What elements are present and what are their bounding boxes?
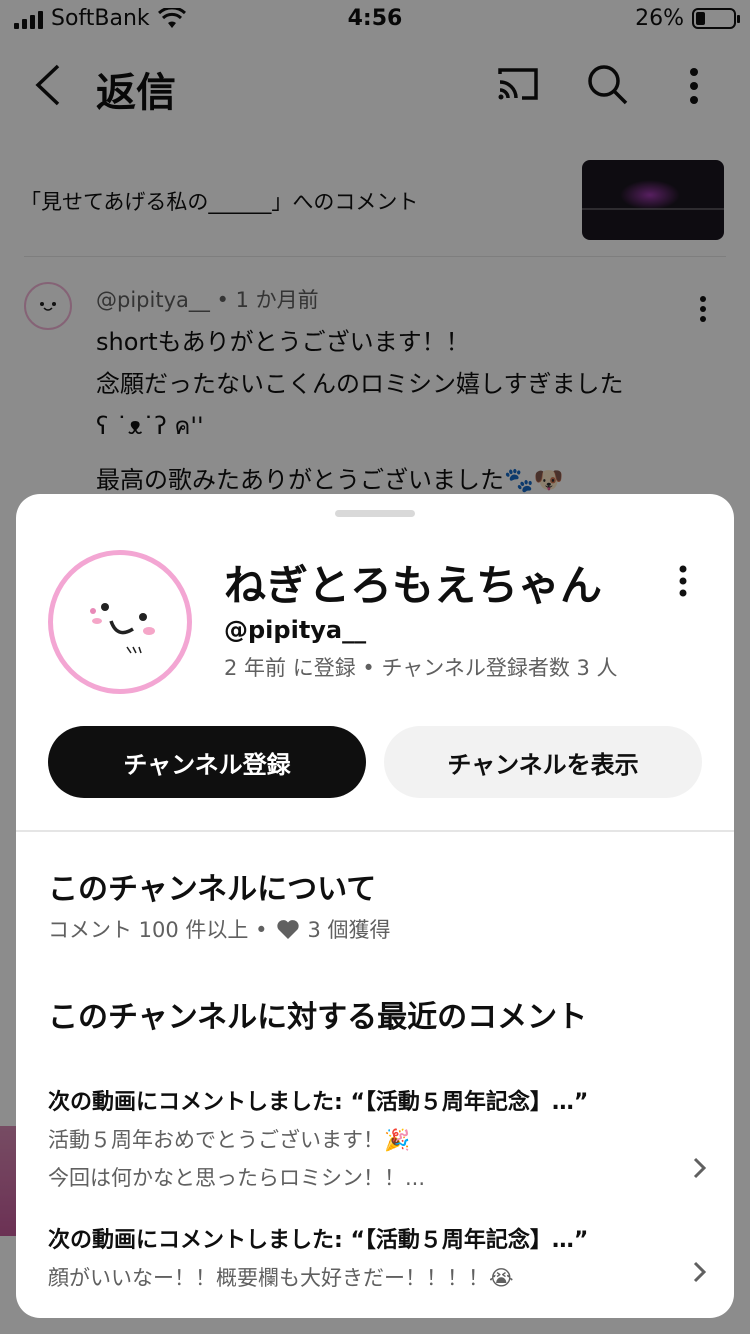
comment-count: コメント 100 件以上 • [48, 918, 268, 942]
more-vert-icon[interactable] [674, 564, 692, 598]
about-stats: コメント 100 件以上 • 3 個獲得 [48, 914, 391, 944]
subscribe-button[interactable]: チャンネル登録 [48, 726, 366, 798]
heart-icon [276, 920, 299, 939]
chevron-right-icon [693, 1157, 707, 1179]
recent-comment-text: 顔がいいなー！！概要欄も大好きだー！！！！😭 [48, 1266, 514, 1290]
recent-comment-item[interactable]: 次の動画にコメントしました: “【活動５周年記念】…” 顔がいいなー！！概要欄も… [48, 1222, 708, 1292]
channel-subscriber-info: 2 年前 に登録 • チャンネル登録者数 3 人 [224, 656, 618, 680]
recent-comment-text: 活動５周年おめでとうございます！🎉 [48, 1128, 411, 1152]
channel-handle: @pipitya__ [224, 616, 367, 644]
channel-name: ねぎとろもえちゃん [224, 561, 603, 610]
recent-comment-item[interactable]: 次の動画にコメントしました: “【活動５周年記念】…” 活動５周年おめでとうござ… [48, 1084, 708, 1192]
divider [16, 830, 734, 832]
about-heading: このチャンネルについて [48, 872, 377, 907]
channel-avatar[interactable] [48, 550, 192, 694]
recent-comments-heading: このチャンネルに対する最近のコメント [48, 1000, 588, 1035]
recent-comment-text: 今回は何かなと思ったらロミシン！！... [48, 1166, 426, 1190]
recent-comment-title: 次の動画にコメントしました: “【活動５周年記念】…” [48, 1090, 589, 1115]
likes-count: 3 個獲得 [307, 918, 391, 942]
recent-comment-title: 次の動画にコメントしました: “【活動５周年記念】…” [48, 1228, 589, 1253]
view-channel-button[interactable]: チャンネルを表示 [384, 726, 702, 798]
channel-sheet: ねぎとろもえちゃん @pipitya__ 2 年前 に登録 • チャンネル登録者… [16, 494, 734, 1318]
chevron-right-icon [693, 1261, 707, 1283]
drag-handle[interactable] [335, 510, 415, 517]
